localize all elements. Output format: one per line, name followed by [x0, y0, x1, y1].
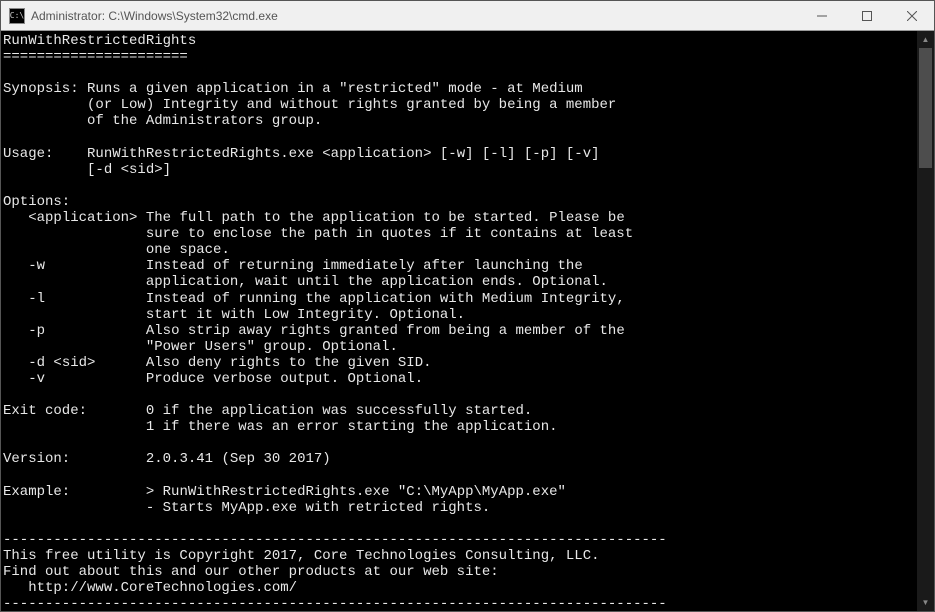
synopsis-l3: of the Administrators group. — [87, 113, 322, 129]
opt-d-l1: Also deny rights to the given SID. — [146, 355, 432, 371]
cmd-window: C:\ Administrator: C:\Windows\System32\c… — [0, 0, 935, 612]
opt-p-flag: -p — [28, 323, 45, 339]
opt-application-l3: one space. — [146, 242, 230, 258]
opt-l-l2: start it with Low Integrity. Optional. — [146, 307, 465, 323]
version-label: Version: — [3, 451, 70, 467]
minimize-icon — [817, 11, 827, 21]
example-label: Example: — [3, 484, 70, 500]
opt-w-l2: application, wait until the application … — [146, 274, 608, 290]
dashline-bottom: ----------------------------------------… — [3, 596, 667, 611]
opt-p-l2: "Power Users" group. Optional. — [146, 339, 398, 355]
dashline-top: ----------------------------------------… — [3, 532, 667, 548]
synopsis-l2: (or Low) Integrity and without rights gr… — [87, 97, 616, 113]
opt-w-l1: Instead of returning immediately after l… — [146, 258, 583, 274]
opt-v-flag: -v — [28, 371, 45, 387]
copyright-l1: This free utility is Copyright 2017, Cor… — [3, 548, 600, 564]
usage-l1: RunWithRestrictedRights.exe <application… — [87, 146, 599, 162]
example-l1: > RunWithRestrictedRights.exe "C:\MyApp\… — [146, 484, 566, 500]
opt-application-l2: sure to enclose the path in quotes if it… — [146, 226, 633, 242]
exitcode-label: Exit code: — [3, 403, 87, 419]
usage-l2: [-d <sid>] — [87, 162, 171, 178]
opt-p-l1: Also strip away rights granted from bein… — [146, 323, 625, 339]
titlebar[interactable]: C:\ Administrator: C:\Windows\System32\c… — [1, 1, 934, 31]
opt-application-flag: <application> — [28, 210, 137, 226]
app-icon: C:\ — [9, 8, 25, 24]
scroll-up-arrow-icon[interactable]: ▲ — [917, 31, 934, 48]
opt-l-flag: -l — [28, 291, 45, 307]
opt-d-flag: -d <sid> — [28, 355, 95, 371]
opt-application-l1: The full path to the application to be s… — [146, 210, 625, 226]
minimize-button[interactable] — [799, 1, 844, 31]
exitcode-l2: 1 if there was an error starting the app… — [146, 419, 558, 435]
close-button[interactable] — [889, 1, 934, 31]
synopsis-l1: Runs a given application in a "restricte… — [87, 81, 583, 97]
heading: RunWithRestrictedRights — [3, 33, 196, 49]
scrollbar-thumb[interactable] — [919, 48, 932, 168]
opt-w-flag: -w — [28, 258, 45, 274]
scroll-down-arrow-icon[interactable]: ▼ — [917, 594, 934, 611]
heading-underline: ====================== — [3, 49, 188, 65]
scrollbar-track[interactable] — [917, 48, 934, 594]
copyright-l2: Find out about this and our other produc… — [3, 564, 499, 580]
usage-label: Usage: — [3, 146, 53, 162]
maximize-icon — [862, 11, 872, 21]
maximize-button[interactable] — [844, 1, 889, 31]
vertical-scrollbar[interactable]: ▲ ▼ — [917, 31, 934, 611]
synopsis-label: Synopsis: — [3, 81, 79, 97]
copyright-l3: http://www.CoreTechnologies.com/ — [3, 580, 297, 596]
console-output[interactable]: RunWithRestrictedRights ================… — [1, 31, 917, 611]
window-title: Administrator: C:\Windows\System32\cmd.e… — [31, 9, 799, 23]
opt-v-l1: Produce verbose output. Optional. — [146, 371, 423, 387]
close-icon — [907, 11, 917, 21]
opt-l-l1: Instead of running the application with … — [146, 291, 625, 307]
version-value: 2.0.3.41 (Sep 30 2017) — [146, 451, 331, 467]
options-label: Options: — [3, 194, 70, 210]
client-area: RunWithRestrictedRights ================… — [1, 31, 934, 611]
exitcode-l1: 0 if the application was successfully st… — [146, 403, 532, 419]
example-l2: - Starts MyApp.exe with retricted rights… — [146, 500, 490, 516]
